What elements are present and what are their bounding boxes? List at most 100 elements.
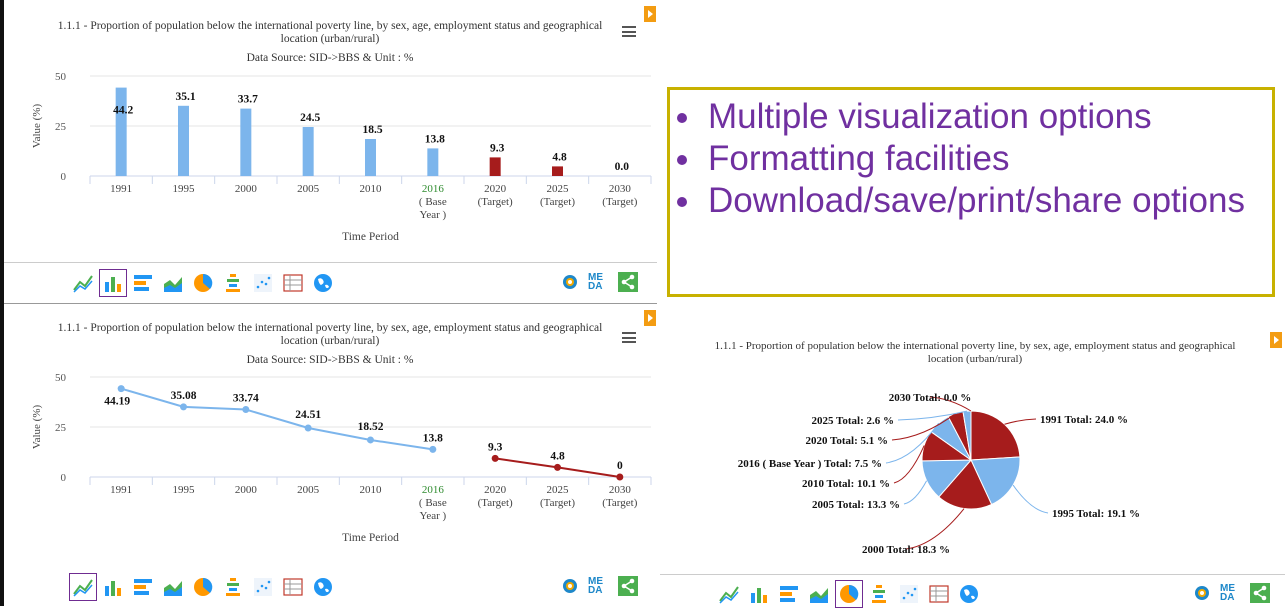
bar-chart: 0 25 50 1991 1995 2000 2005 2010 2016( BaseYear … xyxy=(31,71,652,243)
data-label: 24.51 xyxy=(295,409,321,421)
x-tick-label: 2016 xyxy=(422,183,445,195)
data-label: 0 xyxy=(617,460,623,472)
connector-line xyxy=(1004,418,1037,425)
horizontal-bar-icon[interactable] xyxy=(132,576,154,598)
bar xyxy=(489,157,501,176)
x-tick-label: 1991 xyxy=(110,484,132,496)
table-icon[interactable] xyxy=(282,576,304,598)
map-icon[interactable] xyxy=(312,576,334,598)
x-tick-label: 2020 xyxy=(484,183,507,195)
pie-chart-icon[interactable] xyxy=(835,580,863,608)
data-point xyxy=(304,424,312,432)
x-tick-label: 2016 xyxy=(422,484,445,496)
x-axis-label: Time Period xyxy=(342,532,399,544)
pyramid-chart-icon[interactable] xyxy=(222,576,244,598)
pie-chart-icon[interactable] xyxy=(192,272,214,294)
feature-item: Formatting facilities xyxy=(704,138,1260,180)
data-point xyxy=(554,463,561,471)
settings-gear-icon[interactable] xyxy=(560,576,580,596)
map-icon[interactable] xyxy=(312,272,334,294)
y-tick-label: 25 xyxy=(55,422,67,434)
share-icon[interactable] xyxy=(1250,583,1270,603)
settings-gear-icon[interactable] xyxy=(1192,583,1212,603)
connector-line xyxy=(1012,484,1049,514)
x-tick-sublabel: (Target) xyxy=(540,497,575,509)
horizontal-bar-icon[interactable] xyxy=(778,583,800,605)
table-icon[interactable] xyxy=(928,583,950,605)
slice-label: 2025 Total: 2.6 % xyxy=(811,415,894,427)
y-axis-label: Value (%) xyxy=(31,405,43,450)
data-label: 24.5 xyxy=(300,112,320,124)
x-tick-label: 2010 xyxy=(360,183,383,195)
line-chart-icon[interactable] xyxy=(718,583,740,605)
scatter-chart-icon[interactable] xyxy=(898,583,920,605)
bar-chart-icon[interactable] xyxy=(102,576,124,598)
slice-label: 2030 Total: 0.0 % xyxy=(889,392,972,404)
bar xyxy=(427,148,439,176)
data-label: 44.2 xyxy=(113,105,133,117)
bar xyxy=(115,87,127,176)
x-tick-sublabel: (Target) xyxy=(478,497,513,509)
area-chart-icon[interactable] xyxy=(162,272,184,294)
scatter-chart-icon[interactable] xyxy=(252,576,274,598)
pie-chart-icon[interactable] xyxy=(192,576,214,598)
data-label: 33.7 xyxy=(238,94,258,106)
chart-toolbar xyxy=(69,570,342,604)
metadata-icon[interactable]: ME DA xyxy=(588,577,610,596)
x-tick-label: 2000 xyxy=(235,183,258,195)
connector-line xyxy=(905,508,965,550)
x-tick-label: 2025 xyxy=(547,484,570,496)
metadata-icon[interactable]: ME DA xyxy=(588,273,610,292)
data-point xyxy=(491,454,499,462)
slice-label: 2010 Total: 10.1 % xyxy=(802,478,890,490)
line-chart-panel: 1.1.1 - Proportion of population below t… xyxy=(4,303,657,607)
area-chart-icon[interactable] xyxy=(162,576,184,598)
pyramid-chart-icon[interactable] xyxy=(222,272,244,294)
x-tick-label: 2000 xyxy=(235,484,258,496)
pyramid-chart-icon[interactable] xyxy=(868,583,890,605)
metadata-icon[interactable]: ME DA xyxy=(1220,584,1242,603)
line-chart-icon[interactable] xyxy=(69,573,97,601)
slice-label: 1991 Total: 24.0 % xyxy=(1040,414,1128,426)
data-label: 9.3 xyxy=(488,441,503,453)
features-callout: Multiple visualization options Formattin… xyxy=(667,87,1275,297)
bar-chart-icon[interactable] xyxy=(748,583,770,605)
x-tick-sublabel: (Target) xyxy=(602,196,637,208)
scatter-chart-icon[interactable] xyxy=(252,272,274,294)
bar xyxy=(178,105,189,176)
x-axis-label: Time Period xyxy=(342,231,399,243)
data-point xyxy=(616,473,624,481)
bar-chart-panel: 1.1.1 - Proportion of population below t… xyxy=(4,0,657,300)
pie-chart-panel: 1.1.1 - Proportion of population below t… xyxy=(660,324,1285,608)
x-tick-label: 2005 xyxy=(297,183,320,195)
slice-label: 2000 Total: 18.3 % xyxy=(862,544,950,556)
pie-slice xyxy=(970,410,1021,461)
x-tick-label: 2010 xyxy=(360,484,383,496)
map-icon[interactable] xyxy=(958,583,980,605)
horizontal-bar-icon[interactable] xyxy=(132,272,154,294)
chart-tools: ME DA xyxy=(560,576,638,596)
data-label: 44.19 xyxy=(104,396,130,408)
x-tick-sublabel: ( Base xyxy=(419,196,447,208)
x-tick-label: 2025 xyxy=(547,183,570,195)
data-label: 13.8 xyxy=(425,133,445,145)
data-point xyxy=(367,436,374,444)
x-tick-label: 1991 xyxy=(110,183,132,195)
y-tick-label: 0 xyxy=(61,472,67,484)
data-label: 33.74 xyxy=(233,393,259,405)
area-chart-icon[interactable] xyxy=(808,583,830,605)
x-tick-label: 2005 xyxy=(297,484,320,496)
x-tick-sublabel: ( Base xyxy=(419,497,447,509)
connector-line xyxy=(903,480,928,505)
settings-gear-icon[interactable] xyxy=(560,272,580,292)
share-icon[interactable] xyxy=(618,272,638,292)
x-tick-sublabel: Year ) xyxy=(419,209,446,221)
bar-chart-icon[interactable] xyxy=(99,269,127,297)
share-icon[interactable] xyxy=(618,576,638,596)
y-axis-label: Value (%) xyxy=(31,104,43,149)
slice-label: 2020 Total: 5.1 % xyxy=(805,435,888,447)
chart-toolbar xyxy=(72,266,342,300)
x-tick-label: 1995 xyxy=(173,183,196,195)
line-chart-icon[interactable] xyxy=(72,272,94,294)
table-icon[interactable] xyxy=(282,272,304,294)
